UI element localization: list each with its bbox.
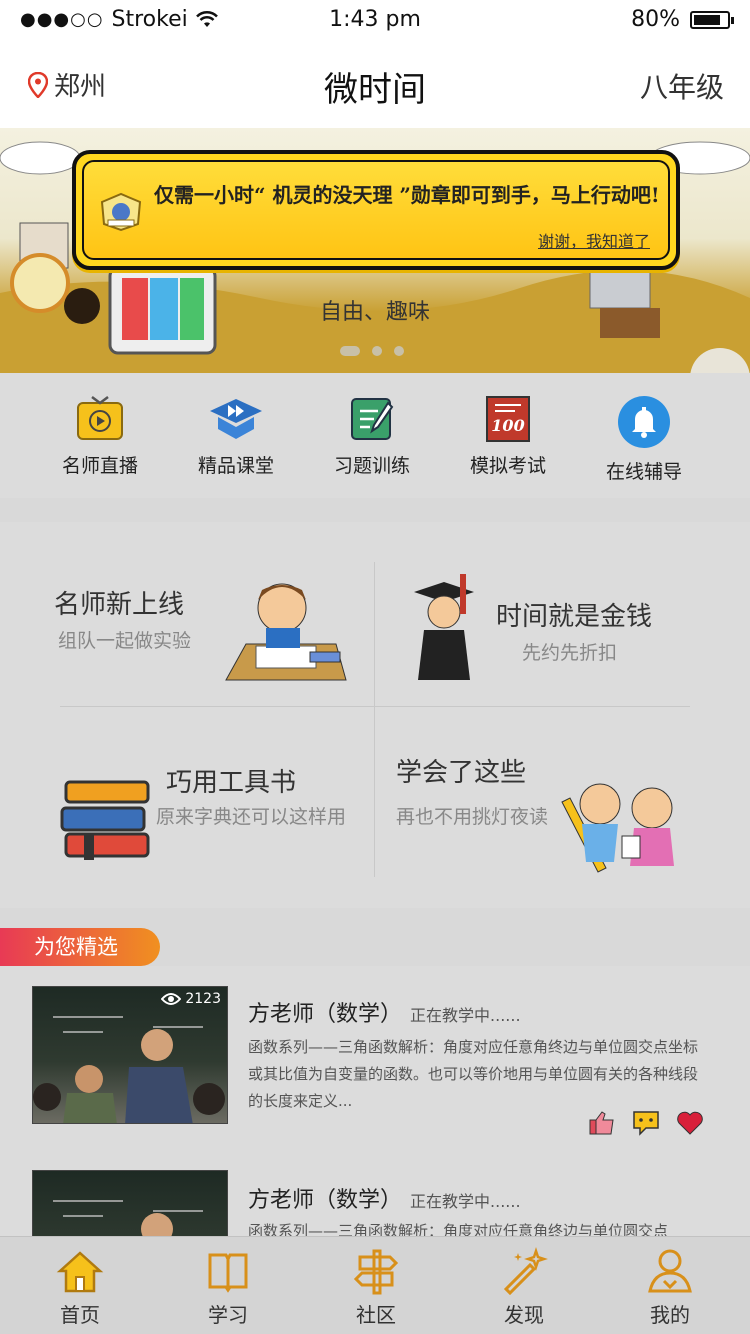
tab-label: 首页	[60, 1303, 100, 1327]
section-label: 为您精选	[0, 928, 160, 966]
feature-card-new-teacher[interactable]: 名师新上线 组队一起做实验	[30, 552, 370, 702]
classroom-photo	[53, 1200, 203, 1236]
feature-subtitle: 先约先折扣	[522, 642, 618, 664]
grid-divider	[60, 706, 690, 707]
quick-item-label: 在线辅导	[605, 461, 682, 483]
tab-discover[interactable]: 发现	[474, 1247, 574, 1328]
grid-divider	[374, 562, 375, 877]
kids-with-pencil-illustration	[561, 783, 674, 873]
tab-mine[interactable]: 我的	[620, 1247, 720, 1328]
carousel-dot[interactable]	[372, 346, 382, 356]
course-status: 正在教学中......	[410, 1006, 521, 1025]
thumbs-up-icon[interactable]	[588, 1110, 616, 1136]
feature-card-time-money[interactable]: 时间就是金钱 先约先折扣	[378, 552, 718, 702]
quick-item-label: 精品课堂	[197, 455, 274, 477]
quick-item-tutoring[interactable]: 在线辅导	[584, 395, 704, 484]
quick-menu: 名师直播 精品课堂 习题训练 100 模拟考试 在线辅导	[0, 373, 750, 498]
page-title: 微时间	[324, 70, 426, 110]
tv-play-icon	[77, 396, 123, 440]
list-item[interactable]: 2123 方老师（数学） 正在教学中...... 函数系列——三角函数解析：角度对…	[0, 966, 750, 1156]
book-icon	[208, 1253, 248, 1293]
course-title-row: 方老师（数学） 正在教学中......	[248, 1182, 521, 1214]
toast-message: 仅需一小时“ 机灵的没天理 ”勋章即可到手，马上行动吧!	[154, 183, 660, 207]
feature-title: 学会了这些	[396, 758, 527, 788]
quick-item-label: 模拟考试	[469, 455, 546, 477]
feature-title: 时间就是金钱	[496, 602, 653, 632]
course-description: 函数系列——三角函数解析：角度对应任意角终边与单位圆交点坐标或其比值为自变量的函…	[248, 1038, 699, 1110]
quick-item-label: 名师直播	[61, 455, 138, 477]
tab-home[interactable]: 首页	[30, 1247, 130, 1328]
course-description: 函数系列——三角函数解析：角度对应任意角终边与单位圆交点	[248, 1222, 669, 1236]
graduate-illustration	[414, 574, 474, 680]
eye-icon	[161, 993, 182, 1005]
video-thumbnail[interactable]: 2123	[32, 986, 228, 1124]
exercise-edit-icon	[351, 398, 394, 440]
feature-grid: 名师新上线 组队一起做实验 时间就是金钱 先约先折扣 巧用工具书 原来字典还可以…	[0, 522, 750, 908]
course-status: 正在教学中......	[410, 1192, 521, 1211]
user-icon	[648, 1249, 692, 1293]
course-title-row: 方老师（数学） 正在教学中......	[248, 996, 521, 1028]
svg-text:100: 100	[491, 416, 524, 435]
battery-icon	[690, 10, 734, 29]
toast-dismiss-link[interactable]: 谢谢，我知道了	[538, 228, 650, 252]
quick-item-live[interactable]: 名师直播	[40, 395, 160, 478]
nav-bar: 郑州 微时间 八年级	[0, 40, 750, 128]
feature-subtitle: 再也不用挑灯夜读	[396, 806, 549, 828]
banner-subtitle: 自由、趣味	[319, 300, 430, 325]
list-item[interactable]: 方老师（数学） 正在教学中...... 函数系列——三角函数解析：角度对应任意角终…	[0, 1156, 750, 1236]
classroom-photo	[33, 1016, 225, 1123]
grade-selector[interactable]: 八年级	[640, 66, 724, 106]
view-count-value: 2123	[185, 991, 221, 1007]
quick-item-exercise[interactable]: 习题训练	[312, 395, 432, 478]
tab-label: 学习	[208, 1303, 248, 1327]
video-thumbnail[interactable]	[32, 1170, 228, 1236]
action-bar	[588, 1110, 704, 1136]
tab-label: 发现	[504, 1303, 544, 1327]
tab-bar: 首页 学习 社区 发现 我的	[0, 1236, 750, 1334]
feature-card-reference-book[interactable]: 巧用工具书 原来字典还可以这样用	[30, 722, 370, 872]
quick-item-mock-exam[interactable]: 100 模拟考试	[448, 395, 568, 478]
achievement-toast: 仅需一小时“ 机灵的没天理 ”勋章即可到手，马上行动吧! 谢谢，我知道了	[72, 150, 680, 270]
tab-label: 我的	[650, 1303, 690, 1327]
home-icon	[56, 1251, 104, 1293]
score-100-icon: 100	[486, 396, 530, 442]
feature-subtitle: 组队一起做实验	[58, 630, 192, 652]
signpost-icon	[353, 1249, 399, 1295]
feature-subtitle: 原来字典还可以这样用	[156, 806, 347, 828]
status-bar: ●●●○○ Strokei 1:43 pm 80%	[0, 0, 750, 40]
feature-card-learn-these[interactable]: 学会了这些 再也不用挑灯夜读	[378, 722, 718, 892]
feature-title: 巧用工具书	[166, 768, 297, 798]
carousel-indicator[interactable]	[340, 346, 404, 356]
quick-item-classroom[interactable]: 精品课堂	[176, 395, 296, 478]
battery-percent: 80%	[631, 7, 680, 32]
magic-wand-icon	[503, 1247, 548, 1295]
course-title: 方老师（数学）	[248, 1188, 403, 1213]
tab-study[interactable]: 学习	[178, 1247, 278, 1328]
comment-icon[interactable]	[632, 1110, 660, 1136]
course-title: 方老师（数学）	[248, 1002, 403, 1027]
carousel-dot[interactable]	[340, 346, 360, 356]
carousel-dot[interactable]	[394, 346, 404, 356]
feature-title: 名师新上线	[54, 590, 185, 620]
medal-badge-icon	[100, 192, 142, 232]
heart-icon[interactable]	[676, 1110, 704, 1136]
quick-item-label: 习题训练	[333, 455, 410, 477]
books-illustration	[60, 780, 150, 860]
tab-community[interactable]: 社区	[326, 1247, 426, 1328]
view-count: 2123	[161, 991, 221, 1007]
class-forward-icon	[210, 399, 262, 439]
bell-icon	[618, 396, 670, 448]
student-studying-illustration	[225, 583, 347, 681]
tab-label: 社区	[356, 1303, 396, 1327]
